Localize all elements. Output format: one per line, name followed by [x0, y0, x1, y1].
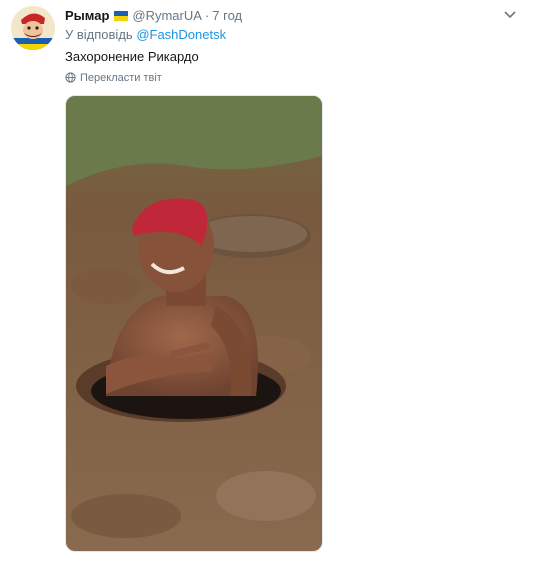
- globe-icon: [65, 72, 76, 83]
- separator-dot: ·: [204, 8, 210, 23]
- tweet-media-photo[interactable]: [65, 95, 323, 552]
- author-handle[interactable]: @RymarUA: [132, 8, 202, 23]
- translate-label: Перекласти твіт: [80, 72, 162, 84]
- photo-image: [66, 96, 322, 551]
- chevron-down-icon[interactable]: [502, 8, 518, 22]
- reply-context: У відповідь @FashDonetsk: [65, 26, 226, 44]
- tweet-text: Захоронение Рикардо: [65, 49, 199, 64]
- avatar[interactable]: [11, 6, 55, 50]
- ukraine-flag-icon: [114, 11, 129, 21]
- tweet-header: Рымар @RymarUA · 7 год: [65, 7, 242, 25]
- reply-prefix: У відповідь: [65, 27, 133, 42]
- tweet: Рымар @RymarUA · 7 год У відповідь @FashDon…: [0, 0, 535, 564]
- author-name[interactable]: Рымар: [65, 8, 109, 23]
- timestamp[interactable]: 7 год: [212, 8, 242, 23]
- reply-to-link[interactable]: @FashDonetsk: [136, 27, 226, 42]
- translate-tweet-link[interactable]: Перекласти твіт: [65, 70, 162, 86]
- avatar-image: [11, 6, 55, 50]
